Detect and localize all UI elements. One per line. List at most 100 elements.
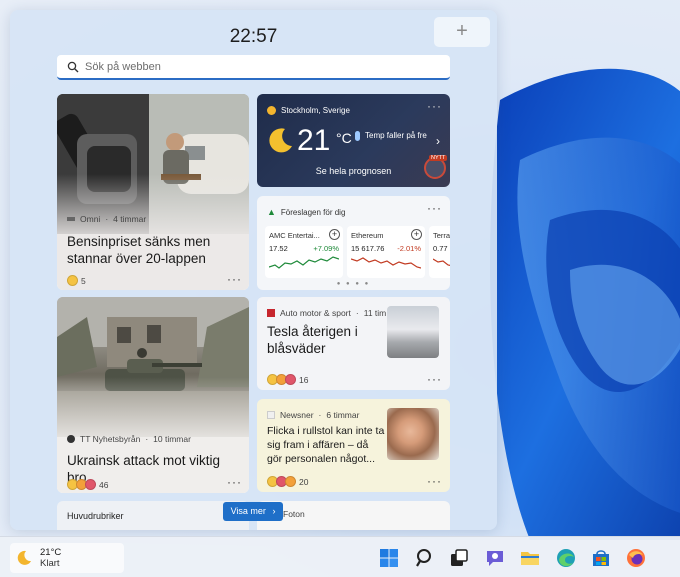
- photos-title: Foton: [283, 509, 305, 519]
- reaction-count: 20: [299, 476, 309, 487]
- search-bar[interactable]: [57, 55, 450, 80]
- stock-tile[interactable]: AMC Entertai... + 17.52 +7.09%: [265, 226, 343, 278]
- weather-card[interactable]: Stockholm, Sverige 21 °C Temp faller på …: [257, 94, 450, 187]
- taskbar: 21°C Klart: [0, 536, 680, 577]
- stock-sparkline: [268, 256, 340, 269]
- news-card-fuel[interactable]: Omni · 4 timmar Bensinpriset sänks men s…: [57, 94, 249, 290]
- news-time: 4 timmar: [113, 214, 147, 224]
- chevron-right-icon: ›: [272, 506, 276, 516]
- weather-unit: °C: [336, 130, 352, 146]
- reactions[interactable]: 20: [267, 476, 308, 487]
- start-icon[interactable]: [378, 547, 400, 569]
- chevron-right-icon[interactable]: ›: [436, 134, 440, 148]
- news-source: Auto motor & sport: [280, 308, 351, 318]
- more-options-button[interactable]: ···: [227, 475, 242, 489]
- news-card-flicka[interactable]: Newsner · 6 timmar Flicka i rullstol kan…: [257, 399, 450, 492]
- clock: 22:57: [229, 26, 278, 47]
- forecast-link[interactable]: Se hela prognosen: [257, 166, 450, 176]
- more-options-button[interactable]: ···: [427, 474, 442, 488]
- file-explorer-icon[interactable]: [519, 547, 541, 569]
- moon-icon: [17, 550, 31, 565]
- stock-change: -2.01%: [397, 244, 421, 253]
- separator: ·: [145, 434, 149, 444]
- news-time: 6 timmar: [326, 410, 360, 420]
- stock-tile[interactable]: Ethereum + 15 617.76 -2.01%: [347, 226, 425, 278]
- thermometer-icon: [355, 131, 360, 141]
- location-label: Stockholm, Sverige: [281, 106, 350, 115]
- news-source: Omni: [80, 214, 101, 224]
- stock-sparkline: [432, 258, 450, 267]
- moon-icon: [269, 128, 292, 153]
- separator: ·: [318, 410, 322, 420]
- stock-tile[interactable]: Terra 0.77: [429, 226, 450, 278]
- search-icon[interactable]: [414, 547, 436, 569]
- news-meta: Auto motor & sport · 11 tim: [267, 308, 386, 318]
- news-headline[interactable]: Flicka i rullstol kan inte ta sig fram i…: [267, 424, 385, 466]
- stocks-title: ▲ Föreslagen för dig: [267, 207, 345, 217]
- reaction-emoji-icon: [67, 275, 78, 286]
- show-more-button[interactable]: Visa mer ›: [223, 502, 283, 521]
- stock-sparkline: [350, 257, 422, 269]
- taskbar-weather-condition: Klart: [40, 558, 60, 569]
- publisher-logo-icon: [67, 435, 75, 443]
- news-headline[interactable]: Tesla återigen i blåsväder: [267, 323, 382, 357]
- heart-icon: [285, 374, 296, 385]
- news-source: Newsner: [280, 410, 314, 420]
- taskbar-weather-widget[interactable]: 21°C Klart: [10, 543, 124, 573]
- heart-icon: [85, 479, 96, 490]
- more-options-button[interactable]: ···: [427, 201, 442, 215]
- taskbar-weather-temp: 21°C: [40, 547, 62, 558]
- news-thumbnail: [387, 408, 439, 460]
- news-meta: Omni · 4 timmar: [67, 214, 146, 224]
- publisher-logo-icon: [267, 309, 275, 317]
- carousel-pager[interactable]: ● ● ● ●: [257, 281, 450, 287]
- reactions[interactable]: 46: [67, 479, 108, 490]
- teams-chat-icon[interactable]: [484, 547, 506, 569]
- sun-cloud-icon: [267, 106, 276, 115]
- microsoft-store-icon[interactable]: [590, 547, 612, 569]
- add-widget-button[interactable]: +: [434, 17, 490, 47]
- more-options-button[interactable]: ···: [427, 99, 442, 113]
- new-badge: NYTT: [429, 155, 448, 161]
- separator: ·: [105, 214, 109, 224]
- add-stock-button[interactable]: +: [411, 229, 422, 240]
- add-stock-button[interactable]: +: [329, 229, 340, 240]
- top-news-card[interactable]: Huvudrubriker: [57, 501, 249, 530]
- show-more-label: Visa mer: [230, 506, 266, 516]
- stocks-card[interactable]: ▲ Föreslagen för dig ··· AMC Entertai...…: [257, 196, 450, 290]
- stocks-title-label: Föreslagen för dig: [280, 207, 346, 217]
- reaction-emoji-icon: [285, 476, 296, 487]
- news-card-ukraine[interactable]: TT Nyhetsbyrån · 10 timmar Ukrainsk atta…: [57, 297, 249, 493]
- stock-price: 17.52: [269, 244, 288, 253]
- photos-card[interactable]: Foton: [257, 501, 450, 530]
- search-icon: [67, 61, 79, 72]
- stock-price-row: 17.52 +7.09%: [269, 244, 339, 253]
- stock-name: Terra: [433, 231, 450, 240]
- news-card-tesla[interactable]: Auto motor & sport · 11 tim Tesla återig…: [257, 297, 450, 390]
- weather-location: Stockholm, Sverige: [267, 106, 350, 115]
- news-meta: TT Nyhetsbyrån · 10 timmar: [67, 434, 191, 444]
- stock-price: 15 617.76: [351, 244, 385, 253]
- top-news-title: Huvudrubriker: [67, 511, 124, 521]
- reactions[interactable]: 5: [67, 275, 86, 286]
- reactions[interactable]: 16: [267, 374, 308, 385]
- firefox-icon[interactable]: [625, 547, 647, 569]
- news-headline[interactable]: Bensinpriset sänks men stannar över 20-l…: [67, 233, 239, 267]
- search-input[interactable]: [85, 60, 425, 73]
- widgets-panel: 22:57 + Omni: [10, 10, 497, 530]
- separator: ·: [355, 308, 359, 318]
- more-options-button[interactable]: ···: [427, 372, 442, 386]
- news-thumbnail: [387, 306, 439, 358]
- news-source: TT Nyhetsbyrån: [80, 434, 141, 444]
- publisher-logo-icon: [267, 411, 275, 419]
- weather-condition: Temp faller på fre: [365, 131, 427, 140]
- task-view-icon[interactable]: [448, 547, 470, 569]
- news-time: 10 timmar: [153, 434, 191, 444]
- reaction-count: 16: [299, 374, 309, 385]
- edge-browser-icon[interactable]: [555, 547, 577, 569]
- reaction-count: 46: [99, 479, 109, 490]
- more-options-button[interactable]: ···: [227, 272, 242, 286]
- weather-temp: 21: [297, 124, 331, 157]
- news-time: 11 tim: [363, 308, 387, 318]
- stock-price-row: 15 617.76 -2.01%: [351, 244, 421, 253]
